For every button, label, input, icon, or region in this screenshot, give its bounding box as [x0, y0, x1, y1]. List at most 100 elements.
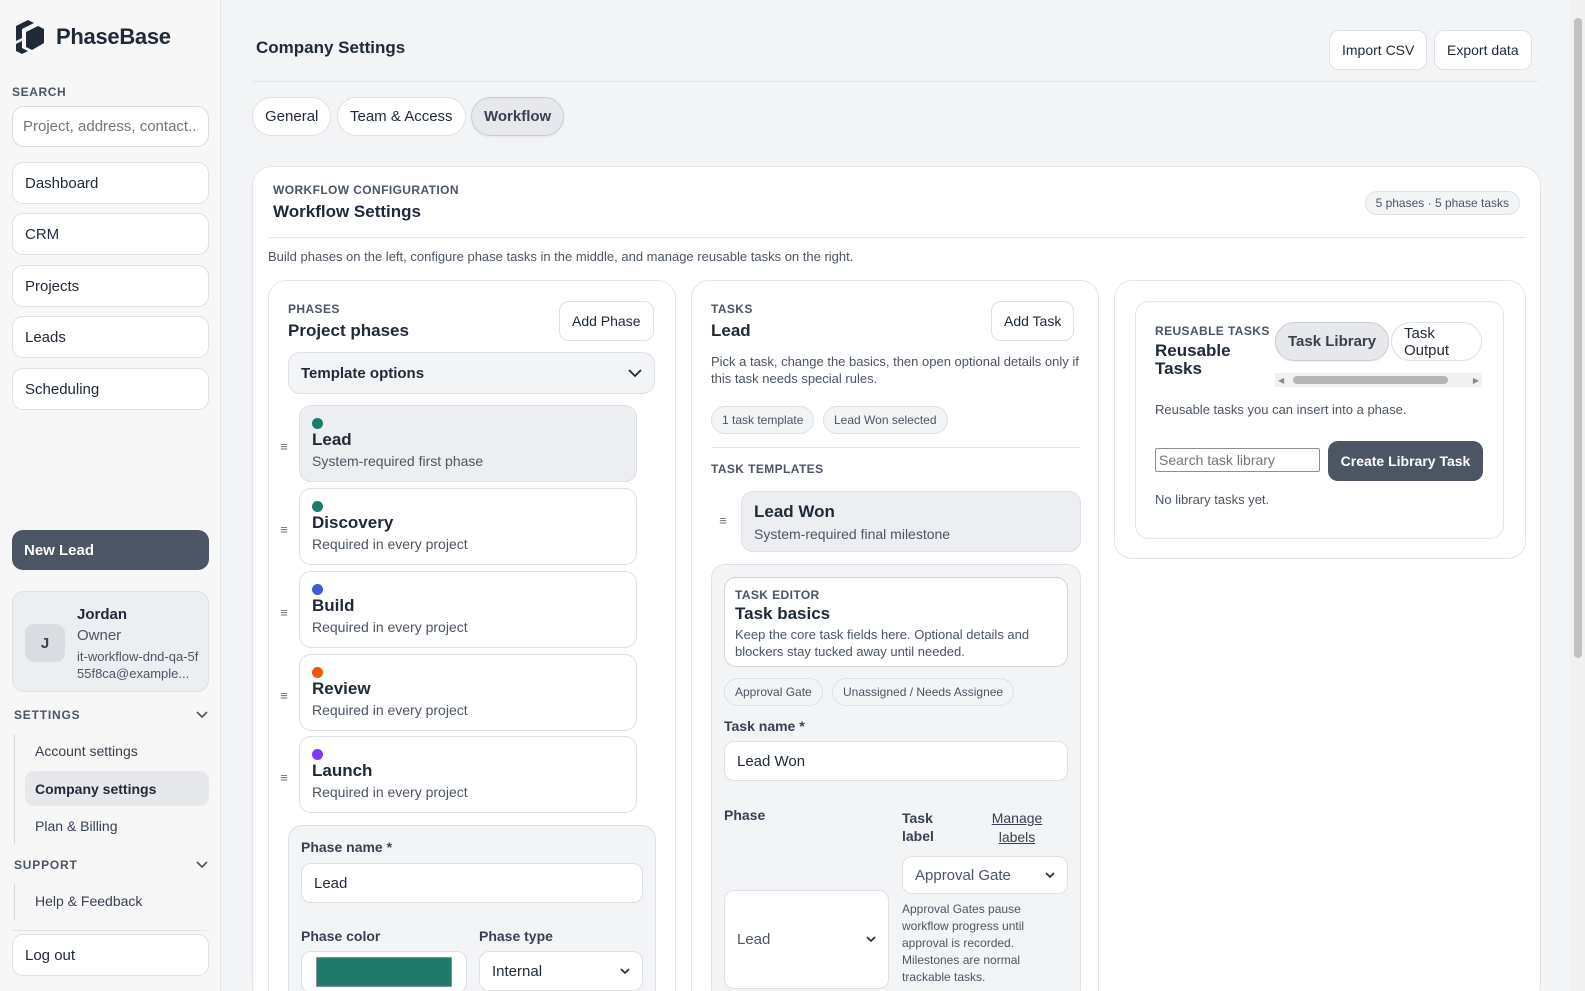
phase-color-swatch [316, 957, 452, 987]
library-search-input[interactable] [1155, 448, 1320, 472]
support-heading: SUPPORT [14, 858, 78, 872]
phase-item[interactable]: Lead System-required first phase [299, 405, 637, 482]
task-templates-heading: TASK TEMPLATES [711, 462, 824, 476]
brand-name: PhaseBase [56, 24, 171, 49]
phases-kicker: PHASES [288, 302, 340, 316]
task-label-help: Approval Gates pause workflow progress u… [902, 902, 1025, 984]
workflow-card: WORKFLOW CONFIGURATION Workflow Settings… [252, 166, 1541, 991]
phase-form: Phase name * Lead Phase color Phase type… [288, 825, 656, 991]
import-csv-button[interactable]: Import CSV [1329, 30, 1428, 70]
phase-color-label: Phase color [301, 928, 381, 944]
drag-handle-icon[interactable]: ≡ [277, 606, 291, 619]
nav-scheduling[interactable]: Scheduling [12, 368, 209, 410]
search-input[interactable] [12, 106, 209, 147]
tab-task-library[interactable]: Task Library [1275, 322, 1390, 361]
phase-desc: Required in every project [312, 536, 468, 552]
export-data-button[interactable]: Export data [1434, 30, 1532, 70]
library-title: Reusable Tasks [1155, 341, 1231, 378]
nav-projects[interactable]: Projects [12, 265, 209, 307]
tasks-kicker: TASKS [711, 302, 753, 316]
user-role: Owner [77, 627, 122, 644]
phase-item[interactable]: Launch Required in every project [299, 736, 637, 813]
sidebar: PhaseBase SEARCH Dashboard CRM Projects … [0, 0, 221, 991]
tasks-panel: TASKS Lead Add Task Pick a task, change … [691, 280, 1099, 991]
task-label-select[interactable]: Approval Gate [902, 856, 1068, 894]
add-phase-button[interactable]: Add Phase [559, 301, 654, 341]
user-card[interactable]: J Jordan Owner it-workflow-dnd-qa-5f55f8… [12, 591, 209, 692]
avatar: J [25, 624, 65, 662]
phase-type-select[interactable]: Internal [479, 951, 643, 991]
logout-button[interactable]: Log out [12, 934, 209, 976]
assignee-badge: Unassigned / Needs Assignee [832, 678, 1015, 706]
scroll-thumb[interactable] [1293, 376, 1448, 384]
divider [711, 447, 1081, 448]
nav-leads[interactable]: Leads [12, 316, 209, 358]
tab-team-access[interactable]: Team & Access [337, 97, 466, 136]
page-scroll-thumb[interactable] [1574, 18, 1582, 658]
create-library-task-button[interactable]: Create Library Task [1328, 441, 1483, 481]
chevron-down-icon [196, 711, 208, 719]
header-divider [252, 81, 1538, 82]
drag-handle-icon[interactable]: ≡ [277, 440, 291, 453]
chevron-down-icon [628, 368, 642, 377]
phase-item[interactable]: Build Required in every project [299, 571, 637, 648]
phase-desc: Required in every project [312, 784, 468, 800]
sidebar-item-account-settings[interactable]: Account settings [25, 733, 209, 768]
phase-desc: Required in every project [312, 702, 468, 718]
tab-general[interactable]: General [252, 97, 332, 136]
sidebar-item-company-settings[interactable]: Company settings [25, 771, 209, 806]
task-template-desc: System-required final milestone [754, 526, 951, 542]
drag-handle-icon[interactable]: ≡ [277, 771, 291, 784]
drag-handle-icon[interactable]: ≡ [716, 514, 730, 527]
phases-panel: PHASES Project phases Add Phase Template… [268, 280, 676, 991]
workflow-summary-badge: 5 phases · 5 phase tasks [1364, 191, 1520, 215]
divider [12, 930, 209, 931]
drag-handle-icon[interactable]: ≡ [277, 523, 291, 536]
tasks-title: Lead [711, 321, 751, 340]
nav-crm[interactable]: CRM [12, 213, 209, 255]
nav-dashboard[interactable]: Dashboard [12, 162, 209, 204]
phase-desc: Required in every project [312, 619, 468, 635]
sidebar-item-help-feedback[interactable]: Help & Feedback [25, 883, 209, 918]
user-email: it-workflow-dnd-qa-5f55f8ca@example... [77, 649, 199, 681]
page-scrollbar[interactable] [1570, 0, 1585, 991]
phase-name: Launch [312, 761, 373, 780]
task-template-item[interactable]: Lead Won System-required final milestone [741, 491, 1081, 552]
support-section-toggle[interactable]: SUPPORT [14, 858, 208, 872]
task-name-label: Task name * [724, 718, 805, 734]
phase-item[interactable]: Discovery Required in every project [299, 488, 637, 565]
task-count-badge: 1 task template [711, 406, 815, 434]
manage-labels-link[interactable]: Manage labels [982, 809, 1052, 847]
sidebar-item-plan-billing[interactable]: Plan & Billing [25, 808, 209, 843]
settings-rail [14, 734, 15, 844]
task-phase-select[interactable]: Lead [724, 890, 889, 989]
chevron-down-icon [620, 967, 630, 974]
phase-name-label: Phase name * [301, 839, 393, 855]
phase-name: Discovery [312, 513, 394, 532]
new-lead-button[interactable]: New Lead [12, 530, 209, 570]
brand[interactable]: PhaseBase [12, 18, 171, 56]
task-name-input[interactable]: Lead Won [724, 741, 1068, 781]
user-name: Jordan [77, 606, 128, 623]
scroll-right-icon[interactable]: ▶ [1473, 376, 1479, 385]
tab-task-output[interactable]: Task Output [1391, 322, 1482, 361]
workflow-title: Workflow Settings [273, 202, 421, 221]
library-card: REUSABLE TASKS Reusable Tasks Task Libra… [1135, 301, 1504, 539]
phase-color-picker[interactable] [301, 951, 467, 991]
settings-section-toggle[interactable]: SETTINGS [14, 708, 208, 722]
task-label-label: Task label [902, 810, 934, 844]
library-tabs-scrollbar[interactable]: ◀ ▶ [1275, 373, 1482, 387]
phase-name-input[interactable]: Lead [301, 863, 643, 903]
library-empty-state: No library tasks yet. [1155, 492, 1270, 507]
add-task-button[interactable]: Add Task [991, 301, 1075, 341]
phase-item[interactable]: Review Required in every project [299, 654, 637, 731]
template-options-label: Template options [301, 364, 425, 382]
tab-workflow[interactable]: Workflow [471, 97, 565, 136]
divider [268, 237, 1526, 238]
task-editor: TASK EDITOR Task basics Keep the core ta… [711, 564, 1081, 991]
phase-desc: System-required first phase [312, 453, 484, 469]
template-options-toggle[interactable]: Template options [288, 352, 655, 394]
drag-handle-icon[interactable]: ≡ [277, 689, 291, 702]
scroll-left-icon[interactable]: ◀ [1278, 376, 1284, 385]
page-title: Company Settings [256, 38, 406, 57]
